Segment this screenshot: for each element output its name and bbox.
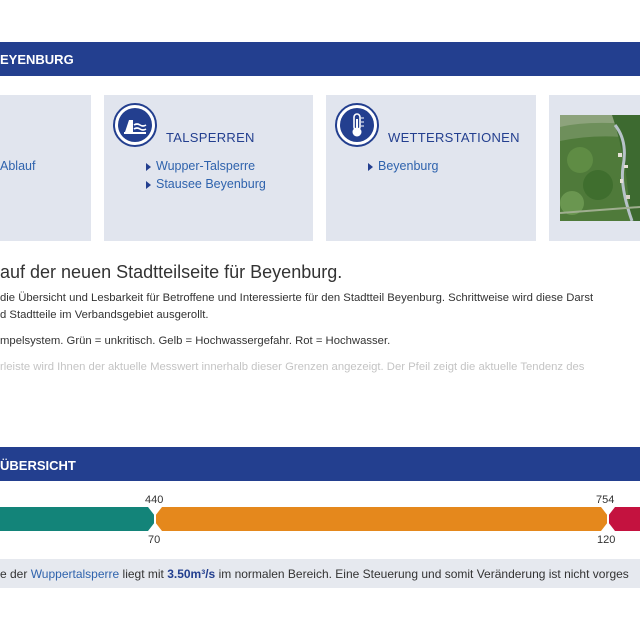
threshold-divider: [154, 507, 156, 531]
section-title: EYENBURG: [0, 52, 74, 67]
overview-header-bar: ÜBERSICHT: [0, 447, 640, 481]
arrow-right-icon: [146, 163, 151, 171]
tile-abfluss[interactable]: Ablauf: [0, 95, 91, 241]
threshold-divider: [607, 507, 609, 531]
intro-paragraph-line: d Stadtteile im Verbandsgebiet ausgeroll…: [0, 309, 209, 321]
page-headline: auf der neuen Stadtteilseite für Beyenbu…: [0, 262, 343, 282]
gauge-segment-green: [0, 507, 155, 531]
section-header-bar: EYENBURG: [0, 42, 640, 76]
threshold-label-bottom: 70: [148, 534, 161, 546]
tile-photo[interactable]: [549, 95, 640, 241]
tile-link-beyenburg[interactable]: Beyenburg: [378, 159, 438, 173]
section-title: ÜBERSICHT: [0, 458, 76, 473]
tile-title-talsperren: TALSPERREN: [166, 130, 255, 145]
current-value: 3.50m³/s: [167, 567, 216, 581]
thermometer-icon: [335, 103, 379, 147]
threshold-label-top: 754: [596, 494, 615, 506]
arrow-right-icon: [368, 163, 373, 171]
aerial-photo: [560, 115, 640, 221]
tile-link-stausee-beyenburg[interactable]: Stausee Beyenburg: [156, 177, 266, 191]
dam-icon: [113, 103, 157, 147]
arrow-right-icon: [146, 181, 151, 189]
tile-title-wetterstationen: WETTERSTATIONEN: [388, 130, 520, 145]
intro-paragraph-line: rleiste wird Ihnen der aktuelle Messwert…: [0, 361, 585, 373]
threshold-label-bottom: 120: [597, 534, 616, 546]
tile-link-ablauf[interactable]: Ablauf: [0, 159, 35, 173]
gauge-segment-yellow: [155, 507, 608, 531]
intro-paragraph-line: mpelsystem. Grün = unkritisch. Gelb = Ho…: [0, 335, 391, 347]
tile-talsperren[interactable]: TALSPERREN Wupper-Talsperre Stausee Beye…: [104, 95, 313, 241]
intro-paragraph-line: die Übersicht und Lesbarkeit für Betroff…: [0, 292, 594, 304]
threshold-label-top: 440: [145, 494, 164, 506]
tile-wetterstationen[interactable]: WETTERSTATIONEN Beyenburg: [326, 95, 536, 241]
status-info-box: e der Wuppertalsperre liegt mit 3.50m³/s…: [0, 559, 640, 588]
tile-link-wupper-talsperre[interactable]: Wupper-Talsperre: [156, 159, 255, 173]
status-text: e der Wuppertalsperre liegt mit 3.50m³/s…: [0, 567, 629, 581]
wuppertalsperre-link[interactable]: Wuppertalsperre: [31, 567, 120, 581]
